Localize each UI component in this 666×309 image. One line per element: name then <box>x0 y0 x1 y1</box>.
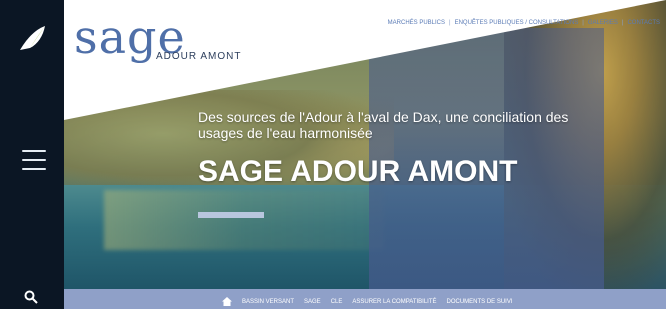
nav-link-contacts[interactable]: CONTACTS <box>627 20 660 26</box>
nav-separator: | <box>449 20 451 26</box>
brand-subtitle: ADOUR AMONT <box>156 51 242 62</box>
home-icon[interactable] <box>222 297 232 306</box>
menu-button[interactable] <box>22 150 46 170</box>
breadcrumb-item-bassin[interactable]: BASSIN VERSANT <box>242 299 294 305</box>
accent-bar <box>198 212 264 218</box>
breadcrumb-item-compatibilite[interactable]: ASSURER LA COMPATIBILITÉ <box>352 299 436 305</box>
nav-separator: | <box>621 20 624 26</box>
hero-reflection <box>104 190 384 250</box>
hero-title: SAGE ADOUR AMONT <box>198 155 518 188</box>
hero-tagline: Des sources de l'Adour à l'aval de Dax, … <box>198 109 569 141</box>
hamburger-icon <box>22 150 46 152</box>
sidebar <box>0 0 64 309</box>
breadcrumb-item-sage[interactable]: SAGE <box>304 299 321 305</box>
breadcrumb-item-cle[interactable]: CLE <box>331 299 343 305</box>
leaf-logo-icon[interactable] <box>16 22 48 54</box>
nav-link-enquetes[interactable]: ENQUÊTES PUBLIQUES / CONSULTATIONS <box>455 20 579 26</box>
search-icon[interactable] <box>23 289 39 305</box>
nav-link-marches[interactable]: MARCHÉS PUBLICS <box>388 20 445 26</box>
breadcrumb-item-documents[interactable]: DOCUMENTS DE SUIVI <box>447 299 513 305</box>
top-navigation: MARCHÉS PUBLICS | ENQUÊTES PUBLIQUES / C… <box>388 20 660 26</box>
nav-separator: | <box>582 20 584 26</box>
breadcrumb: BASSIN VERSANT SAGE CLE ASSURER LA COMPA… <box>222 297 513 306</box>
nav-link-galeries[interactable]: GALERIES <box>588 20 618 26</box>
